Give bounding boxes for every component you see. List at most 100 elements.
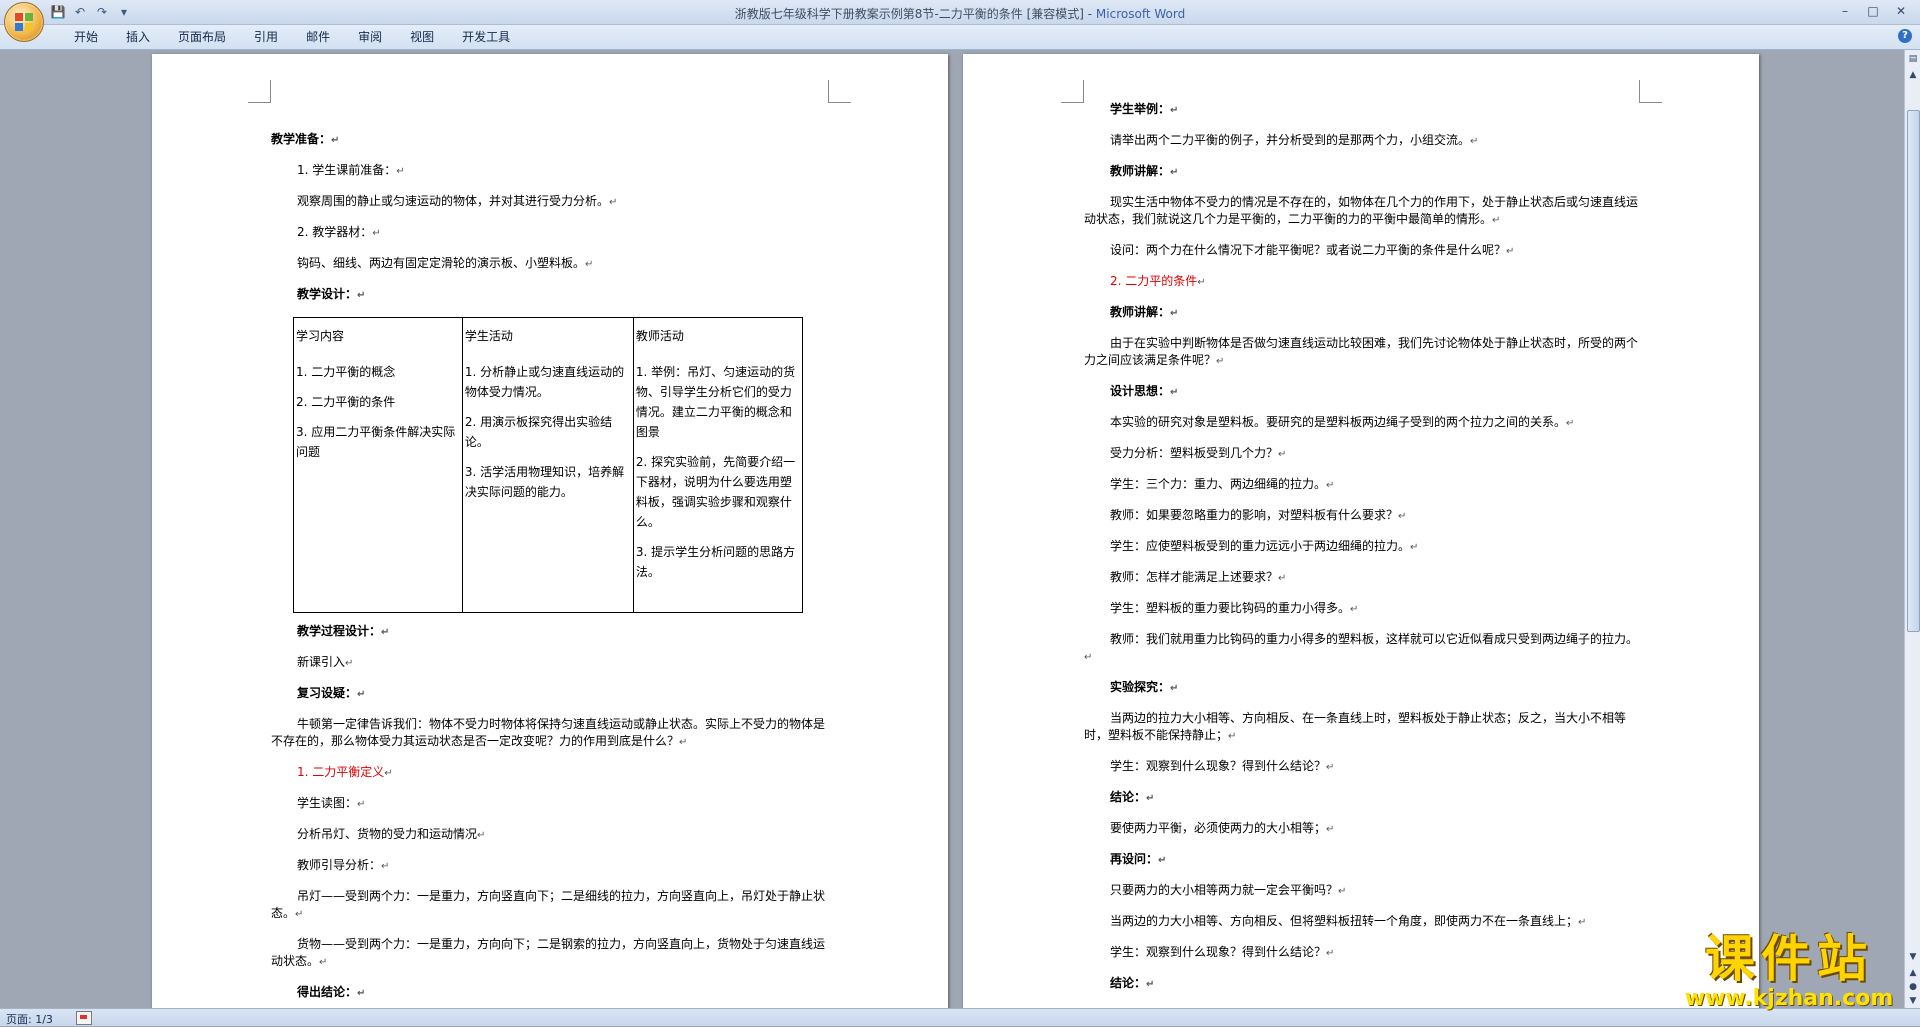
table-cell-text: 1. 二力平衡的概念 [296, 365, 396, 379]
scroll-up-icon[interactable]: ▲ [1906, 68, 1920, 82]
paragraph: 只要两力的大小相等两力就一定会平衡吗？↵ [1110, 883, 1347, 897]
paragraph: 分析吊灯、货物的受力和运动情况↵ [297, 827, 486, 841]
app-name: Microsoft Word [1095, 7, 1186, 21]
table-cell-text: 3. 应用二力平衡条件解决实际问题 [296, 425, 456, 459]
paragraph: 当两边的拉力大小相等、方向相反、在一条直线上时，塑料板处于静止状态；反之，当大小… [1084, 711, 1627, 742]
ruler-toggle-icon[interactable]: ▤ [1906, 52, 1920, 66]
paragraph: 学生：三个力：重力、两边细绳的拉力。↵ [1110, 477, 1335, 491]
minimize-icon[interactable]: – [1832, 2, 1858, 20]
paragraph: 得出结论：↵ [297, 985, 366, 999]
watermark-url: www.kjzhan.com [1684, 986, 1894, 1011]
help-icon[interactable]: ? [1898, 29, 1912, 43]
paragraph: 学生：观察到什么现象？得到什么结论？↵ [1110, 945, 1335, 959]
status-bar: 页面: 1/3 [0, 1008, 1920, 1026]
table-cell: 教师活动 1. 举例：吊灯、匀速运动的货物、引导学生分析它们的受力情况。建立二力… [632, 317, 804, 613]
paragraph: 教师：我们就用重力比钩码的重力小得多的塑料板，这样就可以它近似看成只受到两边绳子… [1084, 632, 1639, 663]
scroll-thumb[interactable] [1907, 110, 1920, 632]
paragraph: 1. 学生课前准备：↵ [297, 163, 405, 177]
paragraph: 观察周围的静止或匀速运动的物体，并对其进行受力分析。↵ [297, 194, 618, 208]
table-cell: 学习内容 1. 二力平衡的概念 2. 二力平衡的条件 3. 应用二力平衡条件解决… [293, 317, 463, 613]
window-title: 浙教版七年级科学下册教案示例第8节-二力平衡的条件 [兼容模式] - Micro… [734, 7, 1186, 21]
paragraph: 教师：如果要忽略重力的影响，对塑料板有什么要求？↵ [1110, 508, 1407, 522]
ribbon-tabs: 开始 插入 页面布局 引用 邮件 审阅 视图 开发工具 [60, 29, 524, 45]
select-browse-object-icon[interactable]: ● [1906, 980, 1920, 994]
tab-view[interactable]: 视图 [396, 29, 448, 45]
paragraph: 受力分析：塑料板受到几个力？↵ [1110, 446, 1287, 460]
paragraph: 教师：怎样才能满足上述要求？↵ [1110, 570, 1287, 584]
paragraph: 教学过程设计：↵ [297, 624, 390, 638]
paragraph: 实验探究：↵ [1110, 680, 1179, 694]
restore-icon[interactable]: □ [1860, 2, 1886, 20]
paragraph: 教师讲解：↵ [1110, 164, 1179, 178]
margin-corner-mark [1639, 80, 1662, 103]
paragraph: 再设问：↵ [1110, 852, 1167, 866]
margin-corner-mark [248, 80, 271, 103]
paragraph: 新课引入↵ [297, 655, 354, 669]
document-title: 浙教版七年级科学下册教案示例第8节-二力平衡的条件 [兼容模式] [734, 7, 1084, 21]
tab-page-layout[interactable]: 页面布局 [164, 29, 240, 45]
paragraph: 复习设疑：↵ [297, 686, 366, 700]
paragraph: 牛顿第一定律告诉我们：物体不受力时物体将保持匀速直线运动或静止状态。实际上不受力… [271, 717, 826, 748]
table-header-teacher: 教师活动 [635, 329, 684, 343]
close-icon[interactable]: ✕ [1888, 2, 1914, 20]
next-page-icon[interactable]: ▼ [1906, 994, 1920, 1008]
tab-insert[interactable]: 插入 [112, 29, 164, 45]
tab-home[interactable]: 开始 [60, 29, 112, 45]
margin-corner-mark [1061, 80, 1084, 103]
tab-references[interactable]: 引用 [240, 29, 292, 45]
watermark-logo-text: 课件站 [1705, 930, 1873, 988]
margin-corner-mark [828, 80, 851, 103]
paragraph: 由于在实验中判断物体是否做匀速直线运动比较困难，我们先讨论物体处于静止状态时，所… [1084, 336, 1639, 367]
table-cell-text: 2. 二力平衡的条件 [296, 395, 396, 409]
tab-review[interactable]: 审阅 [344, 29, 396, 45]
table-header-activity: 学生活动 [464, 329, 513, 343]
tab-developer[interactable]: 开发工具 [448, 29, 524, 45]
table-cell-text: 2. 探究实验前，先简要介绍一下器材，说明为什么要选用塑料板，强调实验步骤和观察… [635, 455, 796, 529]
paragraph: 现实生活中物体不受力的情况是不存在的，如物体在几个力的作用下，处于静止状态后或匀… [1084, 195, 1639, 226]
tab-mailings[interactable]: 邮件 [292, 29, 344, 45]
table-cell-text: 3. 活学活用物理知识，培养解决实际问题的能力。 [464, 465, 625, 499]
paragraph: 教学准备：↵ [271, 132, 340, 146]
page-1: 教学准备：↵ 1. 学生课前准备：↵ 观察周围的静止或匀速运动的物体，并对其进行… [152, 54, 948, 1008]
paragraph: 要使两力平衡，必须使两力的大小相等；↵ [1110, 821, 1335, 835]
paragraph: 设问：两个力在什么情况下才能平衡呢？或者说二力平衡的条件是什么呢？↵ [1110, 243, 1515, 257]
teaching-design-table: 学习内容 1. 二力平衡的概念 2. 二力平衡的条件 3. 应用二力平衡条件解决… [293, 317, 804, 613]
paragraph: 学生读图：↵ [297, 796, 366, 810]
title-bar: 💾 ↶ ↷ ▾ 浙教版七年级科学下册教案示例第8节-二力平衡的条件 [兼容模式]… [0, 0, 1920, 25]
section-heading: 2. 二力平的条件↵ [1110, 274, 1206, 288]
paragraph: 学生：应使塑料板受到的重力远远小于两边细绳的拉力。↵ [1110, 539, 1419, 553]
table-header-content: 学习内容 [296, 329, 345, 343]
paragraph: 学生：观察到什么现象？得到什么结论？↵ [1110, 759, 1335, 773]
site-watermark: 课件站 www.kjzhan.com [1674, 931, 1904, 1015]
paragraph: 教师讲解：↵ [1110, 305, 1179, 319]
paragraph: 结论：↵ [1110, 790, 1155, 804]
paragraph: 当两边的力大小相等、方向相反、但将塑料板扭转一个角度，即使两力不在一条直线上；↵ [1110, 914, 1587, 928]
paragraph: 货物——受到两个力：一是重力，方向向下；二是钢索的拉力，方向竖直向上，货物处于匀… [271, 937, 826, 968]
page-2: 学生举例：↵ 请举出两个二力平衡的例子，并分析受到的是那两个力，小组交流。↵ 教… [963, 54, 1759, 1008]
paragraph: 请举出两个二力平衡的例子，并分析受到的是那两个力，小组交流。↵ [1110, 133, 1479, 147]
paragraph: 本实验的研究对象是塑料板。要研究的是塑料板两边绳子受到的两个拉力之间的关系。↵ [1110, 415, 1575, 429]
paragraph: 学生：塑料板的重力要比钩码的重力小得多。↵ [1110, 601, 1359, 615]
previous-page-icon[interactable]: ▲ [1906, 966, 1920, 980]
scroll-down-icon[interactable]: ▼ [1906, 950, 1920, 964]
paragraph: 结论：↵ [1110, 976, 1155, 990]
table-cell-text: 3. 提示学生分析问题的思路方法。 [635, 545, 796, 579]
proofing-icon[interactable] [76, 1011, 92, 1025]
table-cell-text: 1. 分析静止或匀速直线运动的物体受力情况。 [464, 365, 625, 399]
window-controls: – □ ✕ [1832, 2, 1914, 20]
table-cell: 学生活动 1. 分析静止或匀速直线运动的物体受力情况。 2. 用演示板探究得出实… [461, 317, 634, 613]
table-cell-text: 1. 举例：吊灯、匀速运动的货物、引导学生分析它们的受力情况。建立二力平衡的概念… [635, 365, 796, 439]
table-cell-text: 2. 用演示板探究得出实验结论。 [464, 415, 613, 449]
vertical-scrollbar[interactable]: ▤ ▲ ▼ ▲ ● ▼ [1904, 50, 1920, 1008]
ribbon: 开始 插入 页面布局 引用 邮件 审阅 视图 开发工具 ? [0, 25, 1920, 50]
table-row: 学习内容 1. 二力平衡的概念 2. 二力平衡的条件 3. 应用二力平衡条件解决… [293, 317, 804, 613]
paragraph: 学生举例：↵ [1110, 102, 1179, 116]
page-1-body[interactable]: 教学准备：↵ 1. 学生课前准备：↵ 观察周围的静止或匀速运动的物体，并对其进行… [271, 131, 826, 1008]
paragraph: 设计思想：↵ [1110, 384, 1179, 398]
page-2-body[interactable]: 学生举例：↵ 请举出两个二力平衡的例子，并分析受到的是那两个力，小组交流。↵ 教… [1084, 101, 1639, 1006]
office-button[interactable] [4, 2, 44, 42]
paragraph: 钩码、细线、两边有固定定滑轮的演示板、小塑料板。↵ [297, 256, 594, 270]
paragraph: 教学设计：↵ [297, 287, 366, 301]
paragraph: 教师引导分析：↵ [297, 858, 390, 872]
section-heading: 1. 二力平衡定义↵ [297, 765, 393, 779]
